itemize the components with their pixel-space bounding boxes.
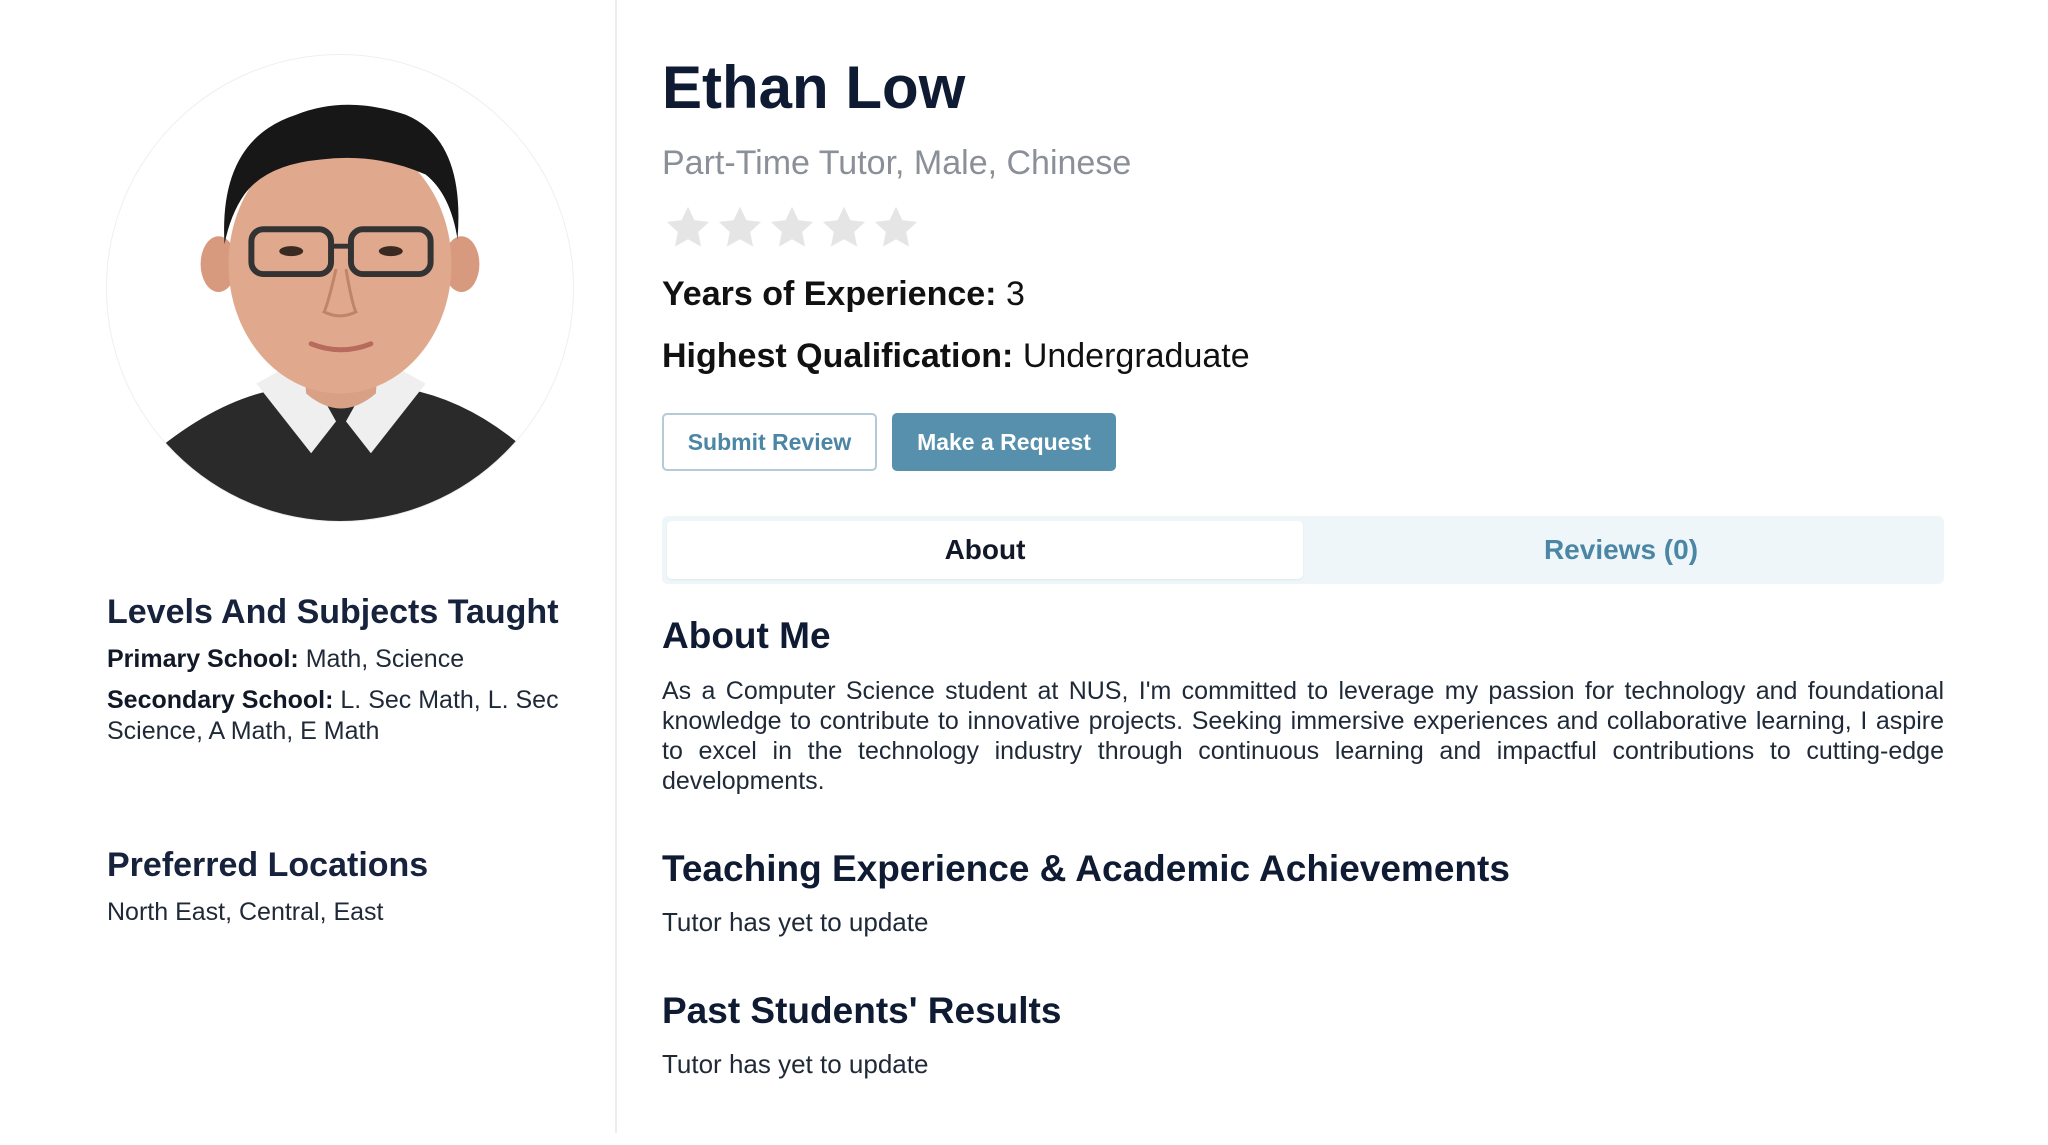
tutor-profile-page: Levels And Subjects Taught Primary Schoo… [0,0,2048,1145]
years-experience: Years of Experience: 3 [662,274,1025,314]
about-me-title: About Me [662,615,831,656]
tutor-subtitle: Part-Time Tutor, Male, Chinese [662,144,1132,182]
experience-label: Years of Experience: [662,275,997,313]
star-icon [874,206,918,247]
preferred-locations-value: North East, Central, East [107,898,384,926]
profile-tabs: About Reviews (0) [662,516,1944,584]
preferred-locations-title: Preferred Locations [107,846,429,884]
past-results-title: Past Students' Results [662,990,1062,1031]
about-me-text: As a Computer Science student at NUS, I'… [662,677,1944,795]
level-label: Secondary School: [107,686,334,714]
past-results-text: Tutor has yet to update [662,1049,929,1079]
profile-photo [107,55,573,521]
submit-review-button[interactable]: Submit Review [662,413,877,471]
teaching-experience-title: Teaching Experience & Academic Achieveme… [662,848,1510,889]
tab-about[interactable]: About [667,521,1303,579]
preferred-locations-section: Preferred Locations North East, Central,… [107,845,587,938]
star-icon [770,206,814,247]
rating-stars [662,202,922,254]
teaching-experience-text: Tutor has yet to update [662,907,929,937]
star-icon [822,206,866,247]
levels-subjects-title: Levels And Subjects Taught [107,593,559,631]
qualification-label: Highest Qualification: [662,337,1014,375]
experience-value: 3 [1005,275,1025,313]
star-icon [718,206,762,247]
star-icon [666,206,710,247]
profile-sidebar: Levels And Subjects Taught Primary Schoo… [0,0,617,1133]
level-subjects: Math, Science [305,645,465,673]
levels-subjects-section: Levels And Subjects Taught Primary Schoo… [107,592,587,757]
highest-qualification: Highest Qualification: Undergraduate [662,336,1250,376]
primary-school-row: Primary School: Math, Science [107,644,587,675]
tutor-name: Ethan Low [662,54,966,121]
level-label: Primary School: [107,645,299,673]
tab-reviews[interactable]: Reviews (0) [1303,521,1939,579]
make-request-button[interactable]: Make a Request [892,413,1116,471]
secondary-school-row: Secondary School: L. Sec Math, L. Sec Sc… [107,685,587,747]
qualification-value: Undergraduate [1022,337,1250,375]
avatar [106,54,574,522]
